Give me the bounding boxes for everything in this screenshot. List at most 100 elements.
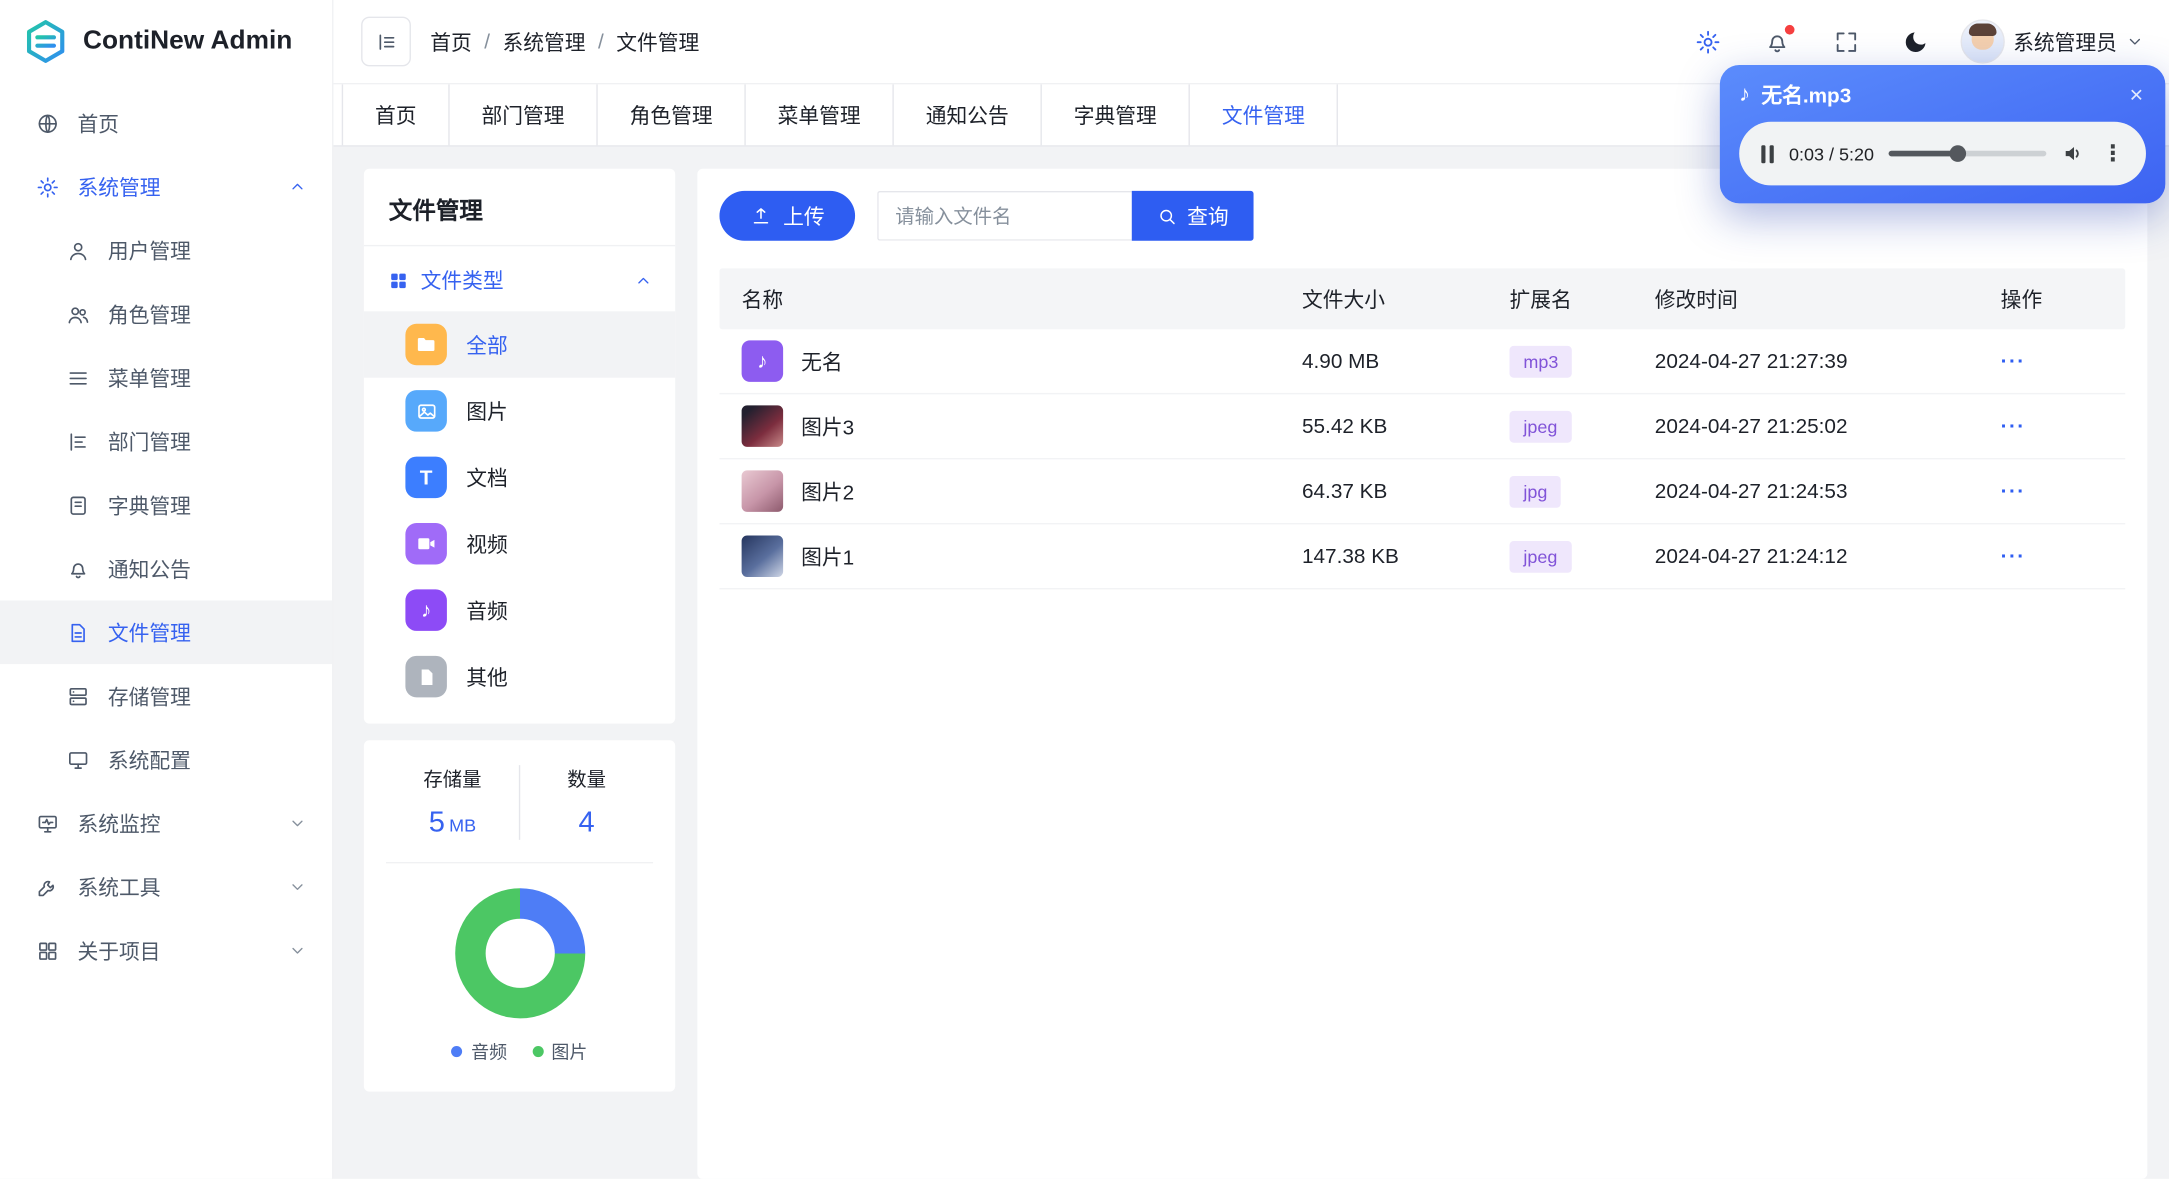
table-row[interactable]: 图片2 64.37 KB jpg 2024-04-27 21:24:53 ··· [719, 459, 2126, 525]
sidebar-item-home[interactable]: 首页 [0, 91, 332, 155]
sidebar-item-label: 角色管理 [107, 303, 191, 328]
column-header-size: 文件大小 [1301, 288, 1386, 313]
legend-dot [451, 1045, 463, 1057]
sidebar-item-notices[interactable]: 通知公告 [0, 537, 332, 601]
row-actions-button[interactable]: ··· [2001, 544, 2026, 568]
tab-roles[interactable]: 角色管理 [598, 84, 746, 146]
file-type-image[interactable]: 图片 [364, 378, 675, 444]
seek-slider-progress [1889, 150, 1959, 157]
fullscreen-button[interactable] [1822, 17, 1872, 67]
tab-home[interactable]: 首页 [341, 84, 450, 146]
seek-slider[interactable] [1889, 145, 2047, 162]
file-type-document[interactable]: T 文档 [364, 444, 675, 510]
grid-icon [39, 941, 57, 960]
menu-lines-icon [69, 371, 87, 384]
file-name: 无名 [801, 350, 843, 375]
breadcrumb-item[interactable]: 系统管理 [503, 27, 586, 56]
chevron-up-icon [292, 183, 303, 190]
wrench-icon [38, 880, 55, 896]
app-logo-icon [26, 20, 65, 63]
notifications-button[interactable] [1753, 17, 1803, 67]
pause-button[interactable] [1761, 144, 1774, 163]
settings-button[interactable] [1684, 17, 1734, 67]
avatar [1960, 19, 2005, 64]
sidebar-item-config[interactable]: 系统配置 [0, 728, 332, 792]
close-icon[interactable]: × [2127, 80, 2146, 109]
file-type-other[interactable]: 其他 [364, 643, 675, 709]
file-type-audio[interactable]: ♪ 音频 [364, 577, 675, 643]
table-row[interactable]: ♪ 无名 4.90 MB mp3 2024-04-27 21:27:39 ··· [719, 329, 2126, 395]
logo-row[interactable]: ContiNew Admin [0, 0, 332, 83]
file-type-label: 全部 [466, 334, 508, 358]
file-type-label: 音频 [466, 599, 508, 624]
file-type-group[interactable]: 文件类型 [364, 246, 675, 311]
ext-tag: mp3 [1509, 345, 1573, 378]
audio-controls: 0:03 / 5:20 ⋮ [1739, 121, 2146, 186]
divider [386, 861, 654, 864]
monitor-pulse-icon [38, 815, 57, 832]
stats-grid: 存储量 5 MB 数量 4 [386, 765, 653, 840]
query-button[interactable]: 查询 [1131, 190, 1254, 241]
search-input[interactable] [877, 190, 1132, 241]
text-doc-icon: T [405, 456, 447, 499]
collapse-icon [378, 33, 394, 50]
upload-button[interactable]: 上传 [719, 190, 856, 241]
sidebar-item-storage[interactable]: 存储管理 [0, 664, 332, 728]
column-header-actions: 操作 [2000, 288, 2043, 313]
tab-departments[interactable]: 部门管理 [450, 84, 598, 146]
sidebar-item-tools[interactable]: 系统工具 [0, 855, 332, 919]
table-row[interactable]: 图片1 147.38 KB jpeg 2024-04-27 21:24:12 ·… [719, 524, 2126, 590]
sidebar-item-system[interactable]: 系统管理 [0, 155, 332, 219]
storage-value: 5 [428, 806, 445, 839]
content-area: 文件管理 文件类型 全部 图片 T 文档 视频 ♪ 音频 其他 存储量 5 MB… [333, 147, 2169, 1179]
file-thumbnail [741, 405, 784, 447]
search-group: 查询 [877, 190, 1254, 241]
sidebar-item-menus[interactable]: 菜单管理 [0, 346, 332, 410]
chevron-up-icon [638, 277, 649, 283]
table-header-row: 名称 文件大小 扩展名 修改时间 操作 [719, 268, 2126, 330]
file-type-video[interactable]: 视频 [364, 511, 675, 577]
file-type-all[interactable]: 全部 [363, 311, 676, 378]
breadcrumb-separator: / [484, 29, 491, 54]
sidebar-item-label: 通知公告 [107, 558, 191, 582]
search-icon [1160, 209, 1175, 224]
fullscreen-icon [1837, 31, 1857, 52]
tree-list-icon [70, 432, 86, 451]
tab-menus[interactable]: 菜单管理 [746, 84, 894, 146]
gear-icon [1697, 30, 1721, 53]
sidebar-item-about[interactable]: 关于项目 [0, 919, 332, 983]
seek-slider-thumb[interactable] [1950, 145, 1967, 162]
sidebar-item-files[interactable]: 文件管理 [0, 600, 333, 665]
tab-notices[interactable]: 通知公告 [894, 84, 1042, 146]
sidebar-item-monitoring[interactable]: 系统监控 [0, 791, 332, 855]
volume-button[interactable] [2062, 141, 2087, 166]
table-row[interactable]: 图片3 55.42 KB jpeg 2024-04-27 21:25:02 ··… [719, 394, 2126, 460]
row-actions-button[interactable]: ··· [2001, 479, 2026, 503]
upload-button-label: 上传 [783, 205, 825, 229]
sidebar-item-dictionary[interactable]: 字典管理 [0, 473, 332, 537]
file-size: 55.42 KB [1301, 414, 1388, 438]
file-type-card: 文件管理 文件类型 全部 图片 T 文档 视频 ♪ 音频 其他 [363, 168, 676, 724]
kebab-menu-icon[interactable]: ⋮ [2102, 140, 2124, 168]
tab-files[interactable]: 文件管理 [1190, 84, 1339, 146]
user-menu[interactable]: 系统管理员 [1960, 19, 2145, 64]
storage-label: 存储量 [423, 767, 482, 791]
row-actions-button[interactable]: ··· [2001, 414, 2026, 438]
file-name: 图片2 [801, 480, 855, 505]
row-actions-button[interactable]: ··· [2001, 349, 2026, 373]
sidebar-collapse-button[interactable] [361, 16, 411, 67]
sidebar-item-departments[interactable]: 部门管理 [0, 410, 332, 474]
dark-mode-button[interactable] [1891, 17, 1941, 67]
sidebar-item-label: 用户管理 [107, 240, 191, 264]
monitor-icon [69, 751, 88, 769]
users-icon [68, 306, 89, 323]
breadcrumb-item[interactable]: 首页 [430, 27, 472, 56]
column-header-time: 修改时间 [1654, 288, 1738, 313]
file-time: 2024-04-27 21:27:39 [1654, 349, 1848, 373]
tab-dictionary[interactable]: 字典管理 [1042, 84, 1191, 146]
breadcrumb: 首页 / 系统管理 / 文件管理 [430, 27, 699, 56]
music-note-icon: ♪ [1739, 82, 1751, 106]
sidebar-item-users[interactable]: 用户管理 [0, 219, 332, 283]
file-size: 147.38 KB [1301, 544, 1399, 568]
sidebar-item-roles[interactable]: 角色管理 [0, 282, 332, 346]
